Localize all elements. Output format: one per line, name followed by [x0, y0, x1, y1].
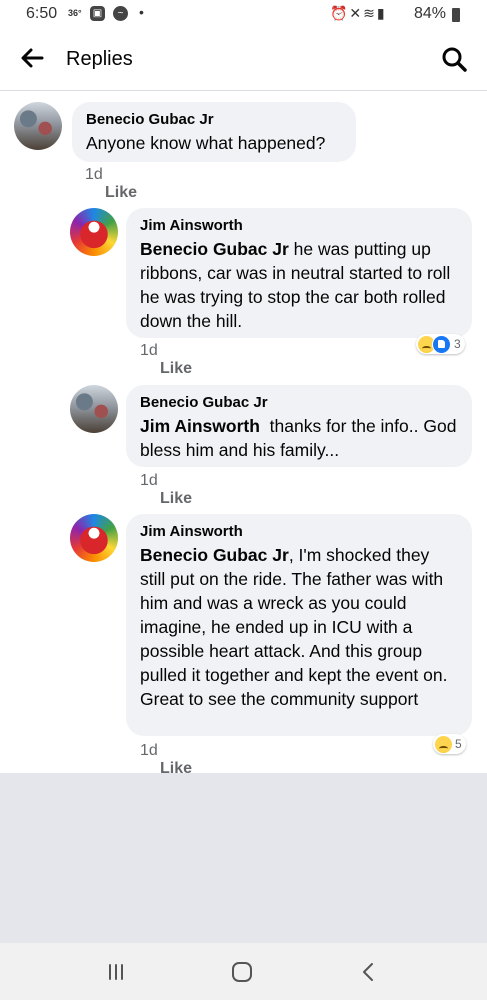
- battery-icon: [452, 8, 460, 22]
- comment-time: 1d: [140, 742, 158, 759]
- sad-reaction-icon: [435, 735, 452, 753]
- comment-author[interactable]: Benecio Gubac Jr: [86, 111, 342, 128]
- like-button[interactable]: Like: [160, 360, 192, 377]
- comment-author[interactable]: Benecio Gubac Jr: [140, 394, 458, 411]
- notification-dot-icon: •: [139, 4, 144, 20]
- photo-notification-icon: ▣: [90, 6, 105, 21]
- comment-text: Anyone know what happened?: [86, 133, 326, 153]
- status-bar: 6:50 36° ▣ ~ • ⏰✕≋▮ 84%: [0, 0, 487, 30]
- comment-mention[interactable]: Benecio Gubac Jr: [140, 545, 289, 565]
- comment-body: , I'm shocked they still put on the ride…: [140, 545, 448, 709]
- like-button[interactable]: Like: [105, 184, 137, 201]
- comment-bubble[interactable]: Jim Ainsworth Benecio Gubac Jr, I'm shoc…: [126, 514, 472, 736]
- comment-text: Benecio Gubac Jr, I'm shocked they still…: [140, 543, 458, 711]
- system-status-icons: ⏰✕≋▮: [330, 5, 387, 21]
- comment-time: 1d: [140, 472, 158, 489]
- status-temperature: 36°: [68, 8, 82, 18]
- comment-meta: 1d Like: [85, 166, 137, 202]
- messenger-notification-icon: ~: [113, 6, 128, 21]
- status-time: 6:50: [26, 5, 58, 22]
- comment-time: 1d: [140, 342, 158, 359]
- comment-text: Benecio Gubac Jr he was putting up ribbo…: [140, 237, 458, 333]
- avatar[interactable]: [70, 208, 118, 256]
- arrow-left-icon[interactable]: [18, 44, 46, 72]
- home-icon[interactable]: [228, 958, 256, 986]
- comment-bubble[interactable]: Benecio Gubac Jr Jim Ainsworth thanks fo…: [126, 385, 472, 467]
- comment-bubble[interactable]: Benecio Gubac Jr Anyone know what happen…: [72, 102, 356, 162]
- chevron-left-icon[interactable]: [354, 958, 382, 986]
- comment-meta: 1d Like: [140, 472, 192, 508]
- battery-percent: 84%: [414, 5, 447, 22]
- avatar[interactable]: [70, 385, 118, 433]
- like-reaction-icon: [432, 334, 451, 354]
- comment-time: 1d: [85, 166, 103, 183]
- avatar[interactable]: [70, 514, 118, 562]
- avatar[interactable]: [14, 102, 62, 150]
- comment-mention[interactable]: Benecio Gubac Jr: [140, 239, 289, 259]
- reactions-summary[interactable]: 5: [433, 734, 466, 754]
- recents-icon[interactable]: [102, 958, 130, 986]
- reaction-count: 5: [455, 737, 462, 751]
- reaction-count: 3: [454, 337, 461, 351]
- page-title: Replies: [66, 48, 133, 70]
- comment-author[interactable]: Jim Ainsworth: [140, 523, 458, 540]
- empty-area: [0, 773, 487, 943]
- comment-author[interactable]: Jim Ainsworth: [140, 217, 458, 234]
- replies-header: Replies: [0, 30, 487, 91]
- comment-mention[interactable]: Jim Ainsworth: [140, 416, 260, 436]
- comment-meta: 1d Like: [140, 342, 192, 378]
- reactions-summary[interactable]: 3: [416, 334, 465, 354]
- comment-text: Jim Ainsworth thanks for the info.. God …: [140, 414, 458, 462]
- comment-bubble[interactable]: Jim Ainsworth Benecio Gubac Jr he was pu…: [126, 208, 472, 338]
- like-button[interactable]: Like: [160, 490, 192, 507]
- search-icon[interactable]: [440, 45, 468, 73]
- android-nav-bar: [0, 943, 487, 1000]
